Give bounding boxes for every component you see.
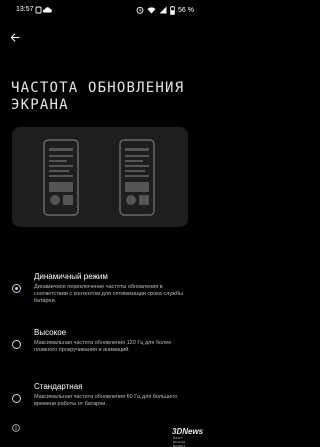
radio-standard[interactable] (12, 394, 21, 403)
battery-icon (170, 5, 175, 15)
info-icon (12, 424, 20, 432)
alarm-icon (136, 6, 144, 14)
option-title: Стандартная (34, 382, 83, 391)
cloud-icon (42, 7, 52, 13)
arrow-left-icon (10, 32, 20, 42)
refresh-rate-preview (12, 127, 188, 227)
option-description: Максимальная частота обновления 120 Гц д… (34, 340, 172, 353)
phone-mockups-illustration (43, 139, 155, 216)
notification-icon (35, 6, 42, 14)
page-title: ЧАСТОТА ОБНОВЛЕНИЯ ЭКРАНА (11, 80, 185, 113)
radio-high[interactable] (12, 340, 21, 349)
phone-mockup-right (119, 139, 155, 216)
option-standard[interactable]: Стандартная Максимальная частота обновле… (0, 380, 200, 420)
watermark-tagline: DAILY DIGITAL DIGEST (173, 436, 186, 447)
option-high[interactable]: Высокое Максимальная частота обновления … (0, 326, 200, 374)
option-title: Динамичный режим (34, 272, 108, 281)
option-dynamic[interactable]: Динамичный режим Динамичное переключение… (0, 270, 200, 320)
radio-dynamic[interactable] (12, 284, 21, 293)
back-button[interactable] (6, 30, 24, 44)
wifi-icon (147, 7, 156, 14)
watermark-logo-text: 3DNews (172, 427, 204, 436)
option-description: Максимальная частота обновления 60 Гц дл… (34, 394, 178, 407)
watermark-logo: 3DNews DAILY DIGITAL DIGEST (172, 427, 203, 447)
status-right: 56 % (136, 5, 194, 15)
status-time: 13:57 (16, 6, 34, 13)
phone-mockup-left (43, 139, 79, 216)
signal-icon (159, 6, 167, 14)
option-title: Высокое (34, 328, 67, 337)
option-description: Динамичное переключение частоты обновлен… (34, 284, 184, 304)
battery-percent: 56 % (178, 6, 194, 14)
status-bar: 13:57 56 % (0, 0, 200, 22)
status-notification-icons (35, 6, 52, 14)
